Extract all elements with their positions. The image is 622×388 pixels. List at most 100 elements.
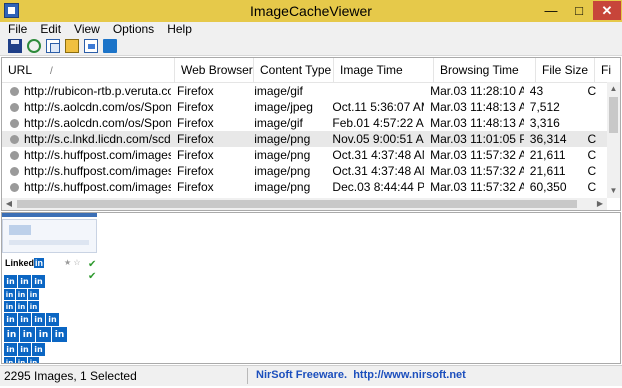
horizontal-scrollbar[interactable]: ◀ ▶	[2, 198, 607, 210]
cell-size: 21,611	[529, 164, 566, 178]
linkedin-icon: in	[46, 313, 59, 326]
cell-browser: Firefox	[176, 132, 214, 146]
cell-url: http://s.huffpost.com/images/b_...	[2, 147, 171, 163]
table-row[interactable]: http://s.huffpost.com/images/b_... Firefo…	[2, 147, 608, 163]
close-button[interactable]: ✕	[593, 1, 621, 20]
linkedin-icon: in	[4, 327, 19, 342]
refresh-icon[interactable]	[27, 39, 41, 53]
sort-indicator: /	[50, 66, 53, 77]
list-rows: http://rubicon-rtb.p.veruta.com/... Firef…	[2, 83, 608, 210]
table-row[interactable]: http://s.huffpost.com/images/b_... Firefo…	[2, 179, 608, 195]
cell-browsing-time: Mar.03 11:48:13 AM	[430, 116, 524, 130]
table-row[interactable]: http://s.aolcdn.com/os/Sponsor... Firefox…	[2, 115, 608, 131]
cell-size: 36,314	[529, 132, 567, 146]
preview-screenshot-thumbnail	[2, 219, 97, 253]
image-preview-pane: Linkedin ★ ☆ ✔ ✔ in in in in in in in in in in in i…	[1, 212, 621, 364]
cell-size: 3,316	[529, 116, 560, 130]
vertical-scroll-thumb[interactable]	[609, 97, 618, 133]
table-row[interactable]: http://s.aolcdn.com/os/Sponsor... Firefox…	[2, 99, 608, 115]
cell-browser: Firefox	[176, 116, 214, 130]
cell-type: image/png	[254, 148, 311, 162]
cell-browser: Firefox	[176, 84, 214, 98]
check-icon: ✔	[88, 271, 97, 282]
cell-url: http://rubicon-rtb.p.veruta.com/...	[2, 83, 171, 99]
linkedin-icon: in	[32, 343, 45, 356]
cell-type: image/gif	[254, 116, 303, 130]
menu-file[interactable]: File	[0, 22, 32, 37]
linkedin-icon: in	[52, 327, 67, 342]
properties-icon[interactable]	[65, 39, 79, 53]
column-fi[interactable]: Fi	[595, 58, 620, 82]
table-row[interactable]: http://s.huffpost.com/images/b_... Firefo…	[2, 163, 608, 179]
save-icon[interactable]	[8, 39, 22, 53]
toolbar	[0, 37, 622, 56]
image-list[interactable]: URL / Web Browser Content Type Image Time…	[1, 57, 621, 211]
linkedin-icon: in	[16, 289, 27, 300]
scroll-up-arrow-icon[interactable]: ▲	[607, 82, 620, 96]
cell-browser: Firefox	[176, 164, 214, 178]
cell-extra: C	[587, 132, 597, 146]
linkedin-icon: in	[28, 289, 39, 300]
status-divider	[247, 368, 248, 384]
cell-type: image/png	[254, 180, 311, 194]
column-browsing-time[interactable]: Browsing Time	[434, 58, 536, 82]
cell-image-time: Oct.31 4:37:48 AM	[332, 148, 425, 162]
cell-image-time: Oct.11 5:36:07 AM	[332, 100, 425, 114]
horizontal-scroll-thumb[interactable]	[17, 200, 577, 208]
cell-extra: C	[587, 164, 597, 178]
cell-url: http://s.aolcdn.com/os/Sponsor...	[2, 99, 171, 115]
maximize-button[interactable]: □	[566, 1, 592, 20]
cell-browser: Firefox	[176, 100, 214, 114]
html-report-icon[interactable]	[84, 39, 98, 53]
vertical-scrollbar[interactable]: ▲ ▼	[607, 82, 620, 198]
linkedin-icon: in	[16, 301, 27, 312]
linkedin-icon: in	[36, 327, 51, 342]
linkedin-logo: Linkedin	[5, 258, 45, 268]
menu-options[interactable]: Options	[105, 22, 159, 37]
cell-browsing-time: Mar.03 11:57:32 AM	[430, 148, 524, 162]
title-bar: ImageCacheViewer — □ ✕	[0, 0, 622, 22]
cell-size: 60,350	[529, 180, 567, 194]
linkedin-icon: in	[28, 357, 39, 363]
column-file-size[interactable]: File Size	[536, 58, 595, 82]
scroll-down-arrow-icon[interactable]: ▼	[607, 184, 620, 198]
table-row[interactable]: http://rubicon-rtb.p.veruta.com/... Firef…	[2, 83, 608, 99]
menu-help[interactable]: Help	[159, 22, 197, 37]
nirsoft-link[interactable]: NirSoft Freeware. http://www.nirsoft.net	[256, 369, 466, 381]
exit-icon[interactable]	[103, 39, 117, 53]
table-row[interactable]: http://s.c.lnkd.licdn.com/scds/c... Firef…	[2, 131, 608, 147]
cell-browser: Firefox	[176, 180, 214, 194]
cell-type: image/png	[254, 164, 311, 178]
linkedin-icon: in	[4, 357, 15, 363]
cell-extra	[582, 99, 608, 115]
linkedin-icon: in	[4, 343, 17, 356]
cell-browsing-time: Mar.03 11:57:32 AM	[430, 180, 524, 194]
linkedin-icon: in	[4, 275, 17, 288]
column-web-browser[interactable]: Web Browser	[175, 58, 254, 82]
cell-image-time: Feb.01 4:57:22 AM	[332, 116, 425, 130]
copy-icon[interactable]	[46, 39, 60, 53]
cell-image-time: Dec.03 8:44:44 PM	[332, 180, 424, 194]
star-icons: ★ ☆	[64, 258, 81, 267]
cell-type: image/jpeg	[254, 100, 313, 114]
cell-url: http://s.aolcdn.com/os/Sponsor...	[2, 115, 171, 131]
preview-header-strip	[2, 213, 97, 217]
cell-image-time	[326, 83, 424, 99]
menu-edit[interactable]: Edit	[32, 22, 66, 37]
cache-item-icon	[10, 134, 19, 144]
menu-view[interactable]: View	[66, 22, 105, 37]
cell-extra: C	[587, 84, 597, 98]
scroll-left-arrow-icon[interactable]: ◀	[2, 198, 16, 210]
cache-item-icon	[10, 118, 19, 128]
column-content-type[interactable]: Content Type	[254, 58, 334, 82]
linkedin-icon: in	[4, 313, 17, 326]
column-url[interactable]: URL /	[2, 58, 175, 82]
minimize-button[interactable]: —	[538, 1, 564, 20]
scroll-right-arrow-icon[interactable]: ▶	[593, 198, 607, 210]
linkedin-icon: in	[4, 301, 15, 312]
linkedin-icon: in	[20, 327, 35, 342]
column-image-time[interactable]: Image Time	[334, 58, 434, 82]
status-count: 2295 Images, 1 Selected	[4, 369, 137, 383]
cell-type: image/gif	[254, 84, 303, 98]
cell-url: http://s.huffpost.com/images/b_...	[2, 163, 171, 179]
